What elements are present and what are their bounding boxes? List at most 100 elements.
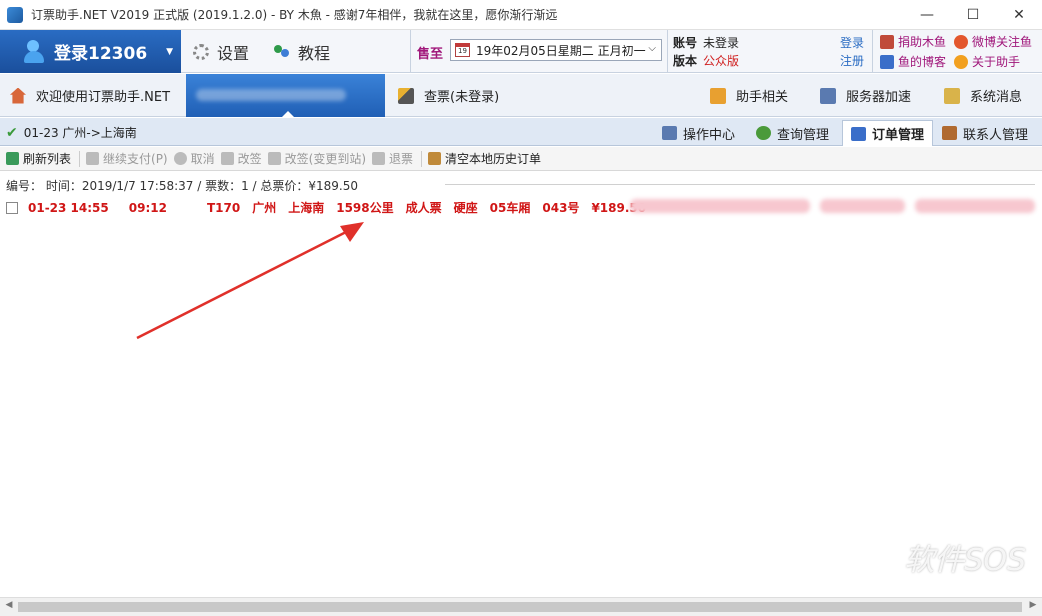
sale-to-label: 售至 bbox=[417, 47, 444, 62]
refresh-button[interactable]: 刷新列表 bbox=[6, 150, 71, 167]
clear-history-button[interactable]: 清空本地历史订单 bbox=[428, 150, 541, 167]
account-value: 未登录 bbox=[703, 36, 740, 50]
minimize-button[interactable]: — bbox=[904, 0, 950, 30]
calendar-icon: 19 bbox=[455, 43, 470, 57]
clear-icon bbox=[428, 152, 442, 165]
change-station-button[interactable]: 改签(变更到站) bbox=[267, 150, 366, 167]
chevron-down-icon: ⌵ bbox=[648, 43, 656, 54]
home-icon bbox=[10, 87, 26, 104]
nav-server[interactable]: 服务器加速 bbox=[820, 74, 911, 117]
scroll-right-icon[interactable]: ▶ bbox=[1026, 600, 1040, 610]
cancel-icon bbox=[173, 152, 187, 165]
divider bbox=[410, 30, 411, 73]
wand-icon bbox=[398, 87, 414, 104]
nav-query[interactable]: 查票(未登录) bbox=[398, 74, 499, 117]
donate-link[interactable]: 捐助木鱼 bbox=[880, 32, 946, 52]
weibo-link[interactable]: 微博关注鱼 bbox=[954, 32, 1032, 52]
cancel-button[interactable]: 取消 bbox=[173, 150, 215, 167]
tab-pointer bbox=[281, 111, 295, 118]
watermark: 软件SOS bbox=[904, 543, 1026, 578]
date-select[interactable]: 19 19年02月05日星期二 正月初一 ⌵ bbox=[450, 39, 662, 61]
nav-messages-label: 系统消息 bbox=[970, 90, 1023, 105]
refund-button[interactable]: 退票 bbox=[372, 150, 413, 167]
about-link[interactable]: 关于助手 bbox=[954, 52, 1020, 72]
account-info: 账号 未登录 版本 公众版 bbox=[673, 34, 739, 70]
chevron-down-icon[interactable]: ▼ bbox=[166, 47, 173, 57]
account-label: 账号 bbox=[673, 36, 698, 50]
clear-history-label: 清空本地历史订单 bbox=[445, 152, 542, 166]
blurred-status bbox=[915, 199, 1035, 213]
tab-ops-label: 操作中心 bbox=[683, 127, 736, 143]
change-station-icon bbox=[267, 152, 281, 165]
tab-order-mgmt[interactable]: 订单管理 bbox=[842, 120, 934, 146]
change-label: 改签 bbox=[237, 152, 262, 166]
seat-number: 043号 bbox=[542, 201, 580, 215]
tab-contacts-label: 联系人管理 bbox=[963, 127, 1029, 143]
helper-icon bbox=[710, 87, 726, 104]
continue-pay-label: 继续支付(P) bbox=[103, 152, 168, 166]
annotation-arrow bbox=[136, 222, 364, 340]
horizontal-scrollbar[interactable]: ◀ ▶ bbox=[0, 597, 1042, 616]
scroll-left-icon[interactable]: ◀ bbox=[2, 600, 16, 610]
tab-query-mgmt[interactable]: 查询管理 bbox=[748, 120, 837, 146]
login-12306-button[interactable]: 登录12306 ▼ bbox=[0, 30, 181, 73]
weibo-icon bbox=[954, 35, 969, 49]
divider bbox=[872, 30, 873, 73]
tutorial-button[interactable]: 教程 bbox=[274, 30, 330, 73]
refresh-icon bbox=[6, 152, 19, 165]
version-label: 版本 bbox=[673, 54, 698, 68]
login-link[interactable]: 登录 bbox=[840, 34, 864, 52]
gift-icon bbox=[880, 35, 894, 49]
change-icon bbox=[220, 152, 234, 165]
user-icon bbox=[24, 39, 50, 64]
blog-label: 鱼的博客 bbox=[898, 55, 947, 69]
donate-label: 捐助木鱼 bbox=[898, 35, 947, 49]
refresh-label: 刷新列表 bbox=[23, 152, 72, 166]
refund-icon bbox=[372, 152, 386, 165]
nav-helper-label: 助手相关 bbox=[736, 90, 789, 105]
scroll-thumb[interactable] bbox=[18, 602, 1022, 612]
monitor-icon bbox=[820, 87, 836, 104]
order-list: 编号： 时间：2019/1/7 17:58:37 / 票数：1 / 总票价：¥1… bbox=[0, 172, 1042, 597]
query-icon bbox=[756, 126, 771, 140]
tab-contacts-mgmt[interactable]: 联系人管理 bbox=[934, 120, 1036, 146]
weibo-label: 微博关注鱼 bbox=[972, 35, 1033, 49]
close-button[interactable]: ✕ bbox=[996, 0, 1042, 30]
message-icon bbox=[944, 87, 960, 104]
tab-query-label: 查询管理 bbox=[777, 127, 830, 143]
divider bbox=[667, 30, 668, 73]
about-icon bbox=[954, 55, 969, 69]
continue-pay-button[interactable]: 继续支付(P) bbox=[86, 150, 168, 167]
divider bbox=[421, 150, 423, 167]
maximize-button[interactable]: ☐ bbox=[950, 0, 996, 30]
app-icon bbox=[7, 6, 23, 23]
nav-query-label: 查票(未登录) bbox=[424, 90, 500, 105]
nav-messages[interactable]: 系统消息 bbox=[944, 74, 1022, 117]
nav-helper[interactable]: 助手相关 bbox=[710, 74, 788, 117]
blurred-passenger bbox=[630, 199, 810, 213]
route-tab[interactable]: ✔ 01-23 广州->上海南 bbox=[6, 124, 137, 141]
blurred-id bbox=[820, 199, 905, 213]
pay-icon bbox=[86, 152, 100, 165]
refund-label: 退票 bbox=[389, 152, 414, 166]
window-title: 订票助手.NET V2019 正式版 (2019.1.2.0) - BY 木魚 … bbox=[31, 8, 558, 22]
settings-label: 设置 bbox=[217, 43, 250, 63]
change-button[interactable]: 改签 bbox=[220, 150, 262, 167]
tab-order-label: 订单管理 bbox=[872, 128, 925, 143]
version-value: 公众版 bbox=[703, 54, 740, 68]
route-label: 01-23 广州->上海南 bbox=[23, 126, 137, 140]
group-divider bbox=[445, 184, 1035, 185]
seat-class: 硬座 bbox=[453, 201, 478, 215]
tab-ops-center[interactable]: 操作中心 bbox=[654, 120, 743, 146]
title-bar: 订票助手.NET V2019 正式版 (2019.1.2.0) - BY 木魚 … bbox=[0, 0, 1042, 30]
monitor-icon bbox=[662, 126, 677, 140]
gear-icon bbox=[193, 43, 209, 60]
settings-button[interactable]: 设置 bbox=[193, 30, 249, 73]
order-icon bbox=[851, 126, 866, 141]
car-number: 05车厢 bbox=[489, 201, 531, 215]
nav-active-tab[interactable] bbox=[186, 74, 385, 118]
tutorial-icon bbox=[274, 44, 290, 59]
register-link[interactable]: 注册 bbox=[840, 52, 864, 70]
nav-welcome[interactable]: 欢迎使用订票助手.NET bbox=[10, 74, 170, 117]
blog-link[interactable]: 鱼的博客 bbox=[880, 52, 946, 72]
